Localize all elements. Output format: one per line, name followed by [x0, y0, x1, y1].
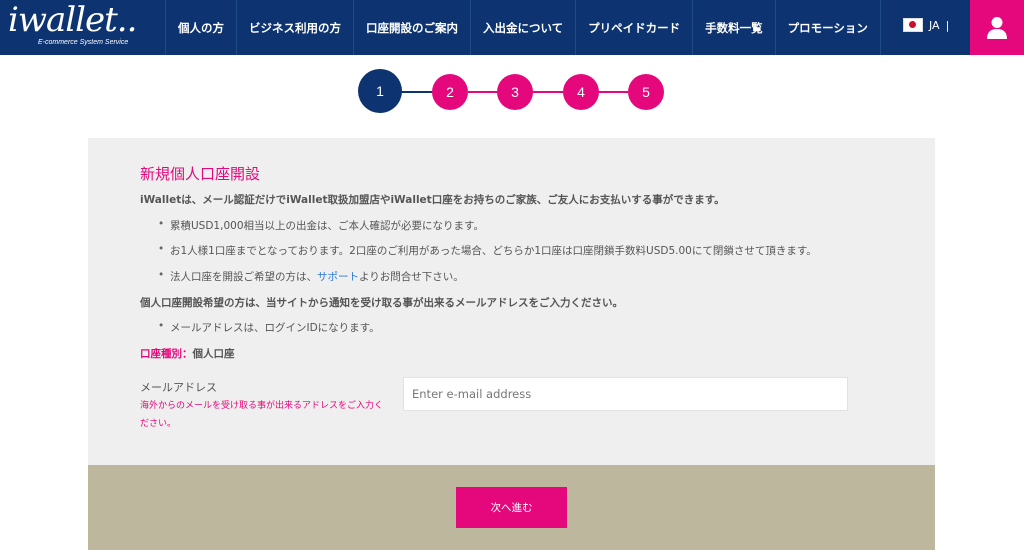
nav-item-personal[interactable]: 個人の方 [165, 0, 236, 55]
nav-item-business[interactable]: ビジネス利用の方 [236, 0, 353, 55]
main-nav: 個人の方 ビジネス利用の方 口座開設のご案内 入出金について プリペイドカード … [165, 0, 881, 55]
iwallet-logo[interactable]: iwallet.. E-commerce System Service [8, 0, 156, 50]
page-title: 新規個人口座開設 [140, 165, 261, 183]
email-note: 海外からのメールを受け取る事が出来るアドレスをご入力く [140, 401, 384, 411]
email-note-continued: ださい。 [140, 419, 177, 429]
user-account-button[interactable] [970, 0, 1024, 55]
logo-text: iwallet.. [8, 0, 137, 40]
top-navigation-bar: iwallet.. E-commerce System Service 個人の方… [0, 0, 1024, 55]
step-1-current: 1 [358, 69, 402, 113]
next-button[interactable]: 次へ進む [456, 487, 567, 528]
step-connector [598, 91, 628, 93]
list-item: 累積USD1,000相当以上の出金は、ご本人確認が必要になります。 [158, 218, 484, 233]
bullet-prefix: 法人口座を開設ご希望の方は、 [170, 271, 317, 283]
account-type-value: 個人口座 [192, 348, 235, 360]
list-item: お1人様1口座までとなっております。2口座のご利用があった場合、どちらか1口座は… [158, 243, 817, 258]
nav-item-promotion[interactable]: プロモーション [774, 0, 881, 55]
email-field[interactable] [403, 377, 848, 411]
account-type-label: 口座種別： [140, 348, 193, 360]
support-link[interactable]: サポート [317, 271, 359, 283]
nav-item-prepaid-card[interactable]: プリペイドカード [575, 0, 692, 55]
step-3: 3 [497, 74, 533, 110]
email-instruction: 個人口座開設希望の方は、当サイトから通知を受け取る事が出来るメールアドレスをご入… [140, 297, 623, 309]
step-connector [532, 91, 564, 93]
nav-item-account-opening[interactable]: 口座開設のご案内 [353, 0, 470, 55]
list-item: メールアドレスは、ログインIDになります。 [158, 320, 380, 335]
language-code: JA [929, 18, 940, 32]
step-connector [400, 91, 434, 93]
nav-item-deposit-withdrawal[interactable]: 入出金について [470, 0, 575, 55]
step-connector [468, 91, 498, 93]
nav-item-fees[interactable]: 手数料一覧 [692, 0, 775, 55]
step-indicator: 1 2 3 4 5 [356, 69, 666, 115]
account-type: 口座種別：個人口座 [140, 346, 235, 361]
step-2: 2 [432, 74, 468, 110]
language-selector[interactable]: JA | [903, 18, 949, 32]
step-5: 5 [628, 74, 664, 110]
logo-subtitle: E-commerce System Service [38, 39, 129, 46]
language-separator: | [945, 18, 950, 32]
list-item: 法人口座を開設ご希望の方は、サポートよりお問合せ下さい。 [158, 269, 464, 284]
bullet-suffix: よりお問合せ下さい。 [359, 271, 464, 283]
intro-text: iWalletは、メール認証だけでiWallet取扱加盟店やiWallet口座を… [140, 194, 725, 206]
japan-flag-icon [903, 18, 923, 32]
step-4: 4 [563, 74, 599, 110]
email-label: メールアドレス [140, 381, 217, 394]
user-icon [987, 16, 1007, 39]
